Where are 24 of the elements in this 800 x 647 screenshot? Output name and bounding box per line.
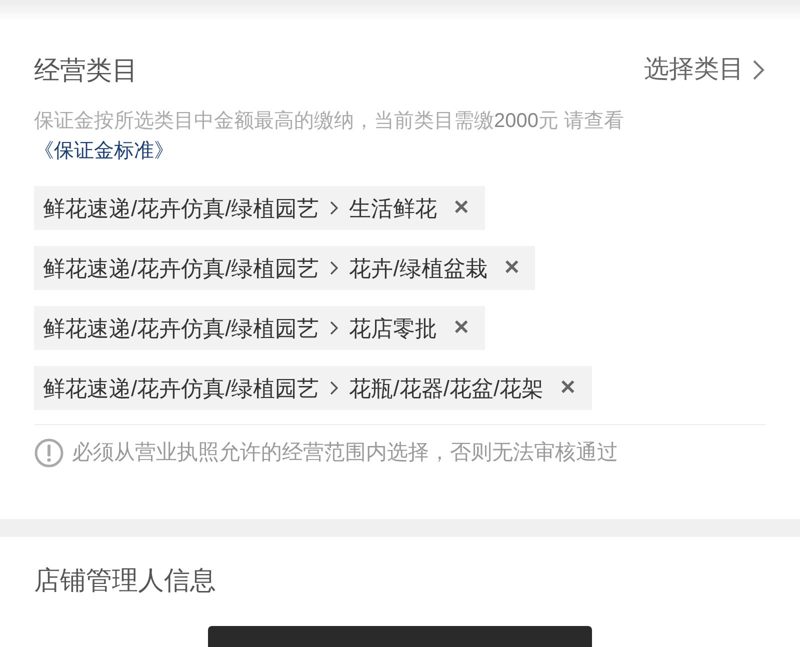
section-title: 经营类目 xyxy=(34,54,138,86)
chevron-right-icon xyxy=(329,260,340,276)
category-path: 鲜花速递/花卉仿真/绿植园艺 xyxy=(43,254,320,282)
chevron-right-icon xyxy=(329,200,340,216)
select-category-link[interactable]: 选择类目 xyxy=(644,51,766,89)
chevron-right-icon xyxy=(752,59,766,81)
exclamation-circle-icon xyxy=(34,438,64,468)
section-title: 店铺管理人信息 xyxy=(34,564,217,596)
category-leaf: 花瓶/花器/花盆/花架 xyxy=(349,374,544,402)
category-leaf: 花卉/绿植盆栽 xyxy=(349,254,488,282)
category-path: 鲜花速递/花卉仿真/绿植园艺 xyxy=(43,314,320,342)
remove-button[interactable]: ✕ xyxy=(453,313,470,343)
warning-text: 必须从营业执照允许的经营范围内选择，否则无法审核通过 xyxy=(72,440,618,466)
remove-button[interactable]: ✕ xyxy=(503,253,520,283)
category-leaf: 花店零批 xyxy=(349,314,438,342)
remove-button[interactable]: ✕ xyxy=(453,193,470,223)
category-path: 鲜花速递/花卉仿真/绿植园艺 xyxy=(43,194,320,222)
chevron-right-icon xyxy=(329,380,340,396)
category-leaf: 生活鲜花 xyxy=(349,194,438,222)
category-path: 鲜花速递/花卉仿真/绿植园艺 xyxy=(43,374,320,402)
deposit-standard-link[interactable]: 《保证金标准》 xyxy=(34,136,174,166)
remove-button[interactable]: ✕ xyxy=(560,373,577,403)
chevron-right-icon xyxy=(329,320,340,336)
deposit-notice: 保证金按所选类目中金额最高的缴纳，当前类目需缴2000元 请查看 xyxy=(34,109,626,134)
